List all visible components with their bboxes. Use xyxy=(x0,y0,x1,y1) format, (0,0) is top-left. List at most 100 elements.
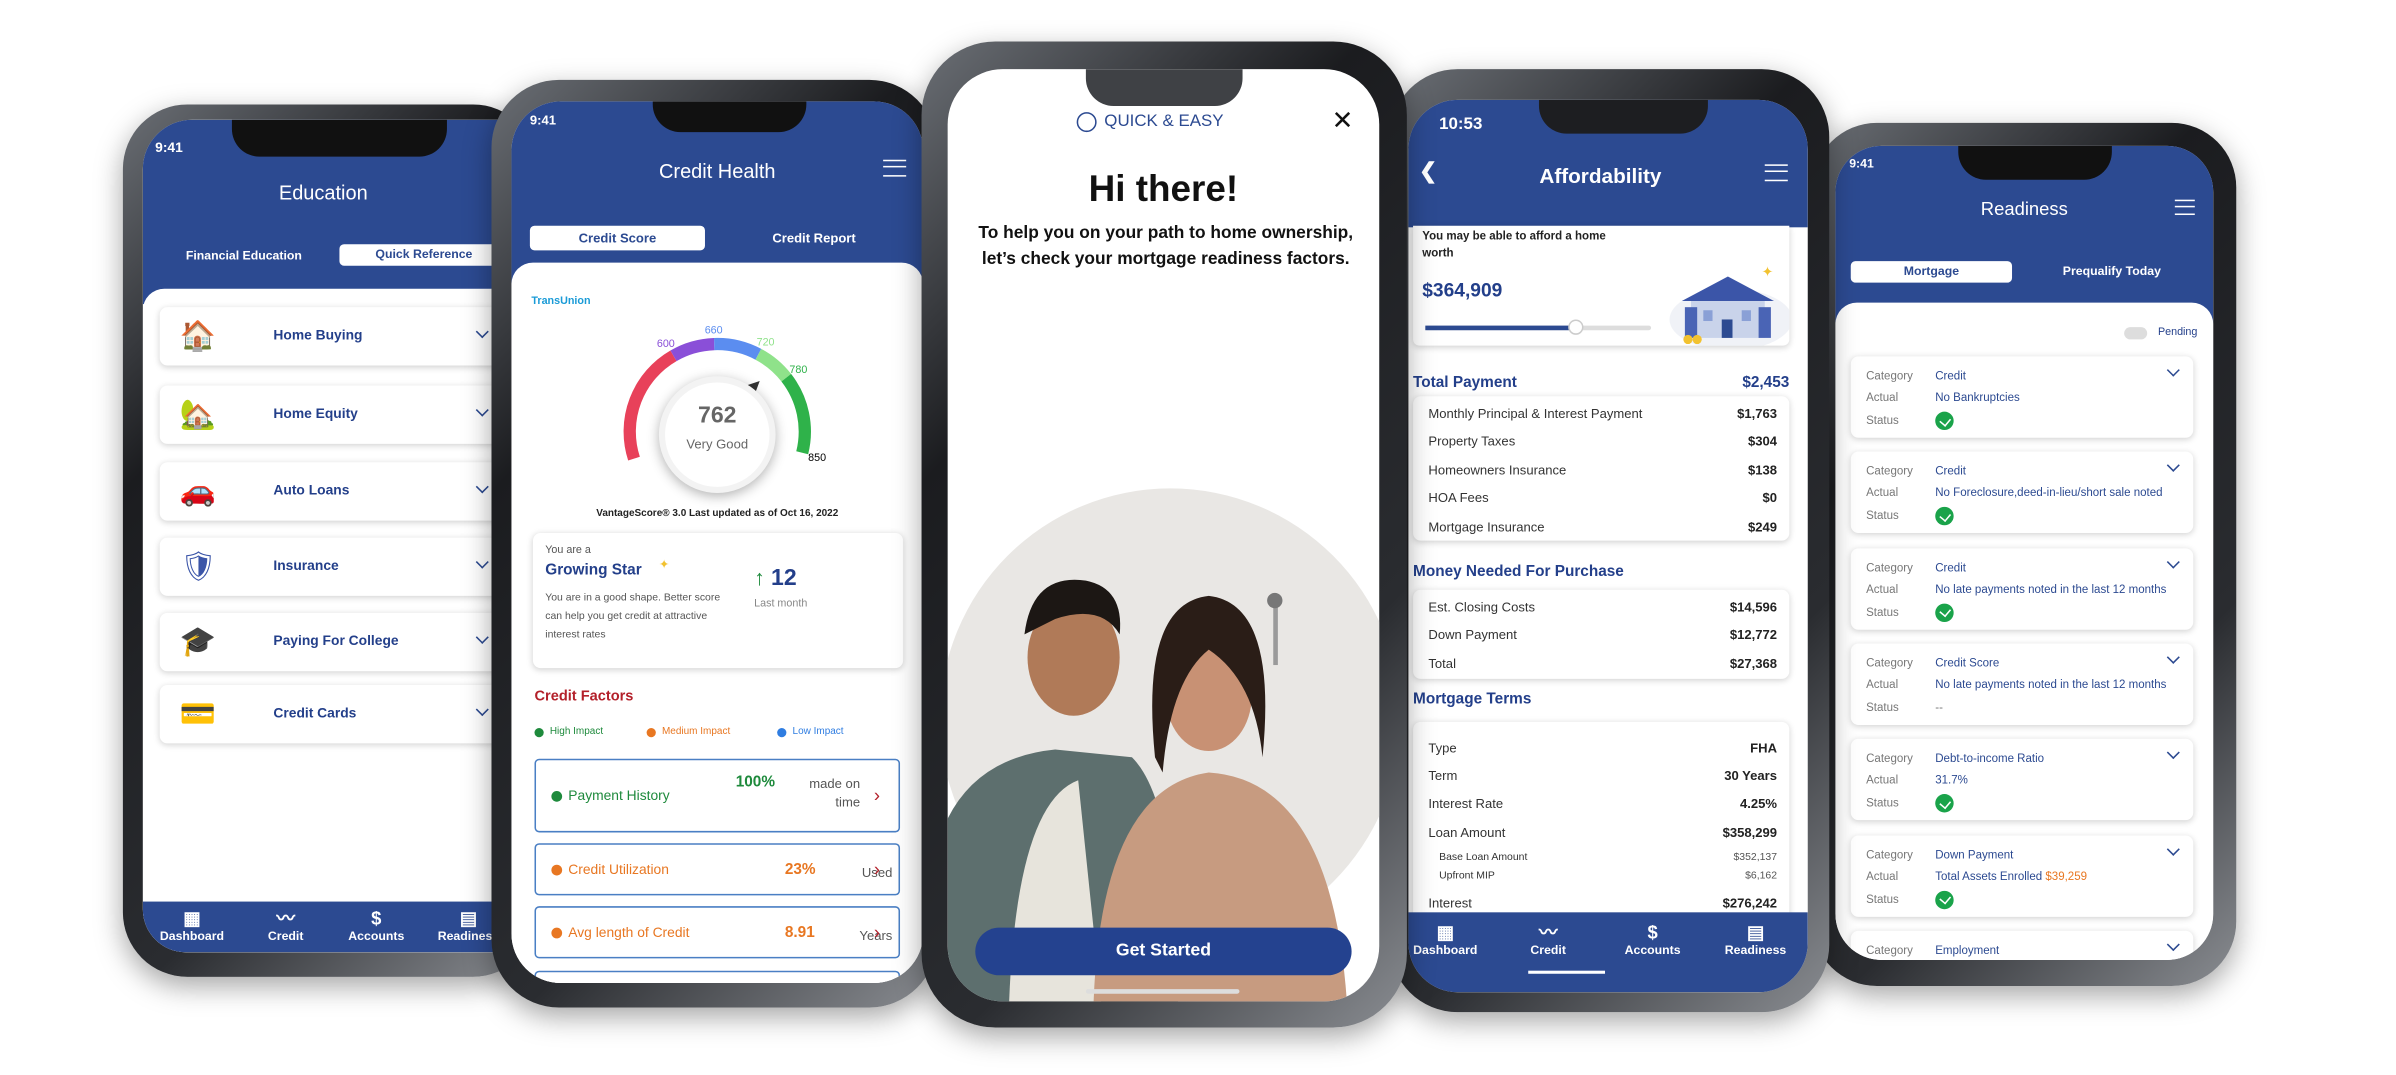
list-item[interactable]: 🛡 Insurance xyxy=(159,537,513,596)
actual-text: No Foreclosure,deed-in-lieu/short sale n… xyxy=(1935,485,2163,500)
chevron-down-icon[interactable] xyxy=(475,480,489,494)
nav-label: Credit xyxy=(267,929,304,944)
chevron-down-icon[interactable] xyxy=(475,555,489,569)
tab-mortgage[interactable]: Mortgage xyxy=(1850,261,2013,283)
gauge-tick-label: 780 xyxy=(789,364,807,376)
list-item[interactable]: 🏡 Home Equity xyxy=(159,385,513,444)
actual-value: No late payments noted in the last 12 mo… xyxy=(1935,581,2166,595)
readiness-item[interactable]: Category Employment xyxy=(1850,930,2194,960)
get-started-button[interactable]: Get Started xyxy=(975,927,1352,976)
readiness-item[interactable]: Category Down Payment Actual Total Asset… xyxy=(1850,834,2194,917)
status-label: Status xyxy=(1866,891,1899,906)
nav-readiness[interactable]: ▤ Readiness xyxy=(1709,922,1801,957)
nav-credit[interactable]: 〰 Credit xyxy=(1502,922,1594,957)
chevron-down-icon[interactable] xyxy=(475,630,489,644)
row-value: $0 xyxy=(1762,489,1778,506)
actual-label: Actual xyxy=(1866,772,1899,787)
list-item[interactable]: 🏠 Home Buying xyxy=(159,307,513,366)
credit-factor-row[interactable]: Credit Utilization 23% Used › xyxy=(534,843,901,896)
chevron-down-icon[interactable] xyxy=(2166,937,2180,951)
nav-label: Dashboard xyxy=(1413,943,1478,957)
row-value: $304 xyxy=(1747,433,1778,449)
tab-quick-reference[interactable]: Quick Reference xyxy=(339,244,509,266)
nav-dashboard[interactable]: ▦ Dashboard xyxy=(1408,922,1491,957)
welcome-screen: QUICK & EASY ✕ Hi there! To help you on … xyxy=(947,69,1380,1002)
row-label: Base Loan Amount xyxy=(1439,852,1528,864)
row-label: Est. Closing Costs xyxy=(1428,599,1536,615)
chevron-down-icon[interactable] xyxy=(2166,650,2180,664)
education-screen: 9:41 Education Financial Education Quick… xyxy=(142,119,520,953)
chevron-down-icon[interactable] xyxy=(2166,746,2180,760)
list-item-label: Insurance xyxy=(273,557,339,573)
row-label: Upfront MIP xyxy=(1439,870,1495,882)
nav-accounts[interactable]: $ Accounts xyxy=(1607,922,1699,957)
row-value: $249 xyxy=(1747,519,1778,535)
chevron-right-icon[interactable]: › xyxy=(874,922,880,944)
close-icon[interactable]: ✕ xyxy=(1332,106,1354,137)
row-label: Down Payment xyxy=(1428,626,1517,643)
factor-value: 8.91 xyxy=(784,924,815,942)
row-value: $1,763 xyxy=(1737,405,1778,421)
chevron-down-icon[interactable] xyxy=(2166,363,2180,377)
nav-credit[interactable]: 〰 Credit xyxy=(240,908,332,944)
category-value: Debt-to-income Ratio xyxy=(1935,751,2045,766)
pending-toggle[interactable] xyxy=(2124,327,2148,340)
clock-icon xyxy=(1076,112,1097,133)
list-item[interactable]: 🎓 Paying For College xyxy=(159,612,513,672)
list-item-label: Auto Loans xyxy=(273,482,350,498)
readiness-item[interactable]: Category Credit Score Actual No late pay… xyxy=(1850,643,2194,725)
factor-value: 23% xyxy=(784,861,816,879)
home-indicator xyxy=(1085,989,1240,994)
list-item-label: Credit Cards xyxy=(273,704,357,721)
credit-factor-row[interactable]: Avg length of Credit 8.91 Years › xyxy=(534,906,901,959)
afford-amount: $364,909 xyxy=(1422,279,1503,302)
legend-dot xyxy=(646,728,656,738)
row-label: Term xyxy=(1428,767,1458,784)
list-item[interactable]: 🚗 Auto Loans xyxy=(159,462,513,521)
tab-financial-education[interactable]: Financial Education xyxy=(186,249,302,263)
legend-label: Low Impact xyxy=(792,726,844,738)
readiness-item[interactable]: Category Credit Actual No late payments … xyxy=(1850,547,2194,630)
chevron-down-icon[interactable] xyxy=(475,403,489,417)
row-label: Mortgage Insurance xyxy=(1428,519,1545,535)
afford-intro: You may be able to afford a home worth xyxy=(1422,228,1606,259)
chevron-down-icon[interactable] xyxy=(2166,459,2180,473)
row-label: Interest Rate xyxy=(1428,795,1504,811)
credit-factor-row[interactable] xyxy=(534,970,901,983)
chevron-down-icon[interactable] xyxy=(2166,842,2180,856)
readiness-item[interactable]: Category Credit Actual No Bankruptcies S… xyxy=(1850,356,2194,438)
nav-dashboard[interactable]: ▦ Dashboard xyxy=(146,908,238,943)
tab-credit-score[interactable]: Credit Score xyxy=(529,225,705,251)
menu-icon[interactable] xyxy=(883,159,907,177)
tab-prequalify-today[interactable]: Prequalify Today xyxy=(2050,264,2173,278)
category-label: Category xyxy=(1866,464,1913,479)
credit-factor-row[interactable]: Payment History 100% made on time › xyxy=(534,758,901,833)
status-label: Status xyxy=(1866,604,1899,619)
factor-unit: made on time xyxy=(809,775,861,810)
actual-label: Actual xyxy=(1866,677,1899,691)
chevron-down-icon[interactable] xyxy=(2166,554,2180,569)
menu-icon[interactable] xyxy=(1764,164,1788,182)
nav-label: Accounts xyxy=(1624,943,1681,957)
chevron-down-icon[interactable] xyxy=(475,325,489,339)
legend-dot xyxy=(777,728,787,738)
menu-icon[interactable] xyxy=(2174,199,2195,216)
tab-credit-report[interactable]: Credit Report xyxy=(742,230,886,245)
chevron-right-icon[interactable]: › xyxy=(874,859,880,881)
category-label: Category xyxy=(1866,942,1913,957)
actual-text: 31.7% xyxy=(1935,772,1968,787)
house-coin-icon: 🏡 xyxy=(179,399,217,432)
nav-accounts[interactable]: $ Accounts xyxy=(330,908,422,943)
readiness-item[interactable]: Category Credit Actual No Foreclosure,de… xyxy=(1850,452,2194,534)
list-item[interactable]: 💳 Credit Cards xyxy=(159,685,513,744)
row-value: $14,596 xyxy=(1729,599,1778,615)
readiness-item[interactable]: Category Debt-to-income Ratio Actual 31.… xyxy=(1850,739,2194,821)
actual-text: No late payments noted in the last 12 mo… xyxy=(1935,581,2167,596)
row-value: 30 Years xyxy=(1724,767,1778,784)
afford-slider[interactable] xyxy=(1425,319,1652,335)
legend-dot xyxy=(534,728,544,738)
row-value: $352,137 xyxy=(1733,852,1778,864)
category-value: Down Payment xyxy=(1935,847,2014,861)
chevron-right-icon[interactable]: › xyxy=(874,785,880,807)
chevron-down-icon[interactable] xyxy=(475,703,489,717)
